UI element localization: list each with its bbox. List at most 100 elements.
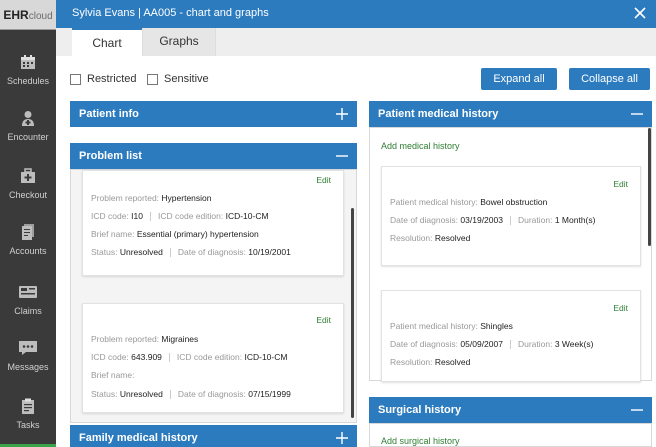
edit-link[interactable]: Edit <box>613 303 628 313</box>
panel-title: Surgical history <box>378 404 462 416</box>
history-value: Bowel obstruction <box>480 197 548 207</box>
nav-item-tasks[interactable]: Tasks <box>0 396 56 430</box>
plus-icon[interactable] <box>335 107 349 121</box>
resolution-value: Resolved <box>434 357 471 367</box>
field-label: Resolution: <box>390 233 433 243</box>
minus-icon[interactable] <box>335 149 349 163</box>
edit-link[interactable]: Edit <box>613 179 628 189</box>
field-label: Brief name: <box>91 229 135 239</box>
edit-link[interactable]: Edit <box>316 315 331 325</box>
doctor-icon <box>18 108 38 128</box>
medical-history-card: Edit Patient medical history: Bowel obst… <box>381 166 641 266</box>
problem-list-header[interactable]: Problem list <box>70 143 357 169</box>
nav-item-messages[interactable]: Messages <box>0 338 56 372</box>
add-medical-history-link[interactable]: Add medical history <box>381 141 460 151</box>
history-value: Shingles <box>480 321 513 331</box>
logo-text-left: EHR <box>3 7 29 22</box>
problem-list-scrollbar[interactable] <box>351 208 354 418</box>
tab-chart[interactable]: Chart <box>72 28 142 56</box>
medical-history-header[interactable]: Patient medical history <box>369 101 652 127</box>
checkbox-box[interactable] <box>147 73 158 85</box>
nav-item-accounts[interactable]: Accounts <box>0 222 56 256</box>
icd-value: 643.909 <box>131 352 162 362</box>
field-label: Resolution: <box>390 357 433 367</box>
window-titlebar: Sylvia Evans | AA005 - chart and graphs <box>56 0 656 28</box>
problem-value: Migraines <box>161 334 199 344</box>
add-surgical-history-link[interactable]: Add surgical history <box>381 436 460 446</box>
medical-history-scrollbar[interactable] <box>648 128 651 246</box>
checkbox-box[interactable] <box>70 73 81 85</box>
status-value: Unresolved <box>119 247 163 257</box>
field-label: ICD code edition: <box>176 352 243 362</box>
tab-graphs[interactable]: Graphs <box>142 28 216 56</box>
minus-icon[interactable] <box>630 403 644 417</box>
field-label: Problem reported: <box>91 193 160 203</box>
sensitive-checkbox[interactable]: Sensitive <box>147 73 209 85</box>
problem-value: Hypertension <box>161 193 212 203</box>
panel-title: Problem list <box>79 150 142 162</box>
field-label: Duration: <box>517 339 553 349</box>
nav-label: Accounts <box>9 246 47 256</box>
close-icon[interactable] <box>632 5 648 21</box>
surgical-history-body: Add surgical history <box>369 423 652 447</box>
card-icon <box>18 282 38 302</box>
field-label: Date of diagnosis: <box>390 215 459 225</box>
field-label: ICD code: <box>91 211 129 221</box>
plus-icon[interactable] <box>335 431 349 445</box>
nav-label: Checkout <box>8 190 48 200</box>
restricted-label: Restricted <box>87 73 137 85</box>
edit-link[interactable]: Edit <box>316 175 331 185</box>
logo-text-right: cloud <box>28 10 53 22</box>
field-label: Patient medical history: <box>390 197 478 207</box>
field-label: Patient medical history: <box>390 321 478 331</box>
field-label: ICD code: <box>91 352 129 362</box>
resolution-value: Resolved <box>434 233 471 243</box>
duration-value: 1 Month(s) <box>554 215 596 225</box>
nav-item-checkout[interactable]: Checkout <box>0 166 56 200</box>
medical-history-body: Add medical history Edit Patient medical… <box>369 127 652 382</box>
edition-value: ICD-10-CM <box>225 211 269 221</box>
field-label: Status: <box>91 389 118 399</box>
document-icon <box>18 222 38 242</box>
calendar-icon <box>18 52 38 72</box>
sensitive-label: Sensitive <box>164 73 209 85</box>
field-label: Duration: <box>517 215 553 225</box>
minus-icon[interactable] <box>630 107 644 121</box>
family-history-header[interactable]: Family medical history <box>70 425 357 447</box>
problem-card: Edit Problem reported: Hypertension ICD … <box>82 170 344 276</box>
medical-bag-icon <box>18 166 38 186</box>
icd-value: I10 <box>131 211 143 221</box>
expand-all-button[interactable]: Expand all <box>481 68 557 90</box>
status-value: Unresolved <box>119 389 163 399</box>
field-label: Status: <box>91 247 118 257</box>
collapse-all-button[interactable]: Collapse all <box>569 68 650 90</box>
brief-value: Essential (primary) hypertension <box>136 229 259 239</box>
field-label: Problem reported: <box>91 334 160 344</box>
panel-title: Family medical history <box>79 432 198 444</box>
left-nav: EHRcloud Schedules Encounter Checkout Ac… <box>0 0 56 447</box>
ehr-logo[interactable]: EHRcloud <box>0 0 56 30</box>
clipboard-icon <box>18 396 38 416</box>
field-label: Date of diagnosis: <box>390 339 459 349</box>
problem-card: Edit Problem reported: Migraines ICD cod… <box>82 303 344 413</box>
nav-item-claims[interactable]: Claims <box>0 282 56 316</box>
panel-title: Patient medical history <box>378 108 499 120</box>
patient-info-header[interactable]: Patient info <box>70 101 357 127</box>
tab-bar: Chart Graphs <box>56 28 656 56</box>
nav-label: Tasks <box>16 420 40 430</box>
nav-item-schedules[interactable]: Schedules <box>0 52 56 86</box>
nav-label: Encounter <box>7 132 49 142</box>
duration-value: 3 Week(s) <box>554 339 594 349</box>
nav-label: Claims <box>14 306 42 316</box>
chat-icon <box>18 338 38 358</box>
nav-label: Schedules <box>6 76 50 86</box>
dod-value: 03/19/2003 <box>460 215 503 225</box>
problem-list-body: Edit Problem reported: Hypertension ICD … <box>70 169 357 423</box>
field-label: Date of diagnosis: <box>177 389 246 399</box>
window-title: Sylvia Evans | AA005 - chart and graphs <box>72 7 269 19</box>
dod-value: 07/15/1999 <box>248 389 291 399</box>
medical-history-card: Edit Patient medical history: Shingles D… <box>381 290 641 382</box>
restricted-checkbox[interactable]: Restricted <box>70 73 137 85</box>
nav-item-encounter[interactable]: Encounter <box>0 108 56 142</box>
surgical-history-header[interactable]: Surgical history <box>369 397 652 423</box>
